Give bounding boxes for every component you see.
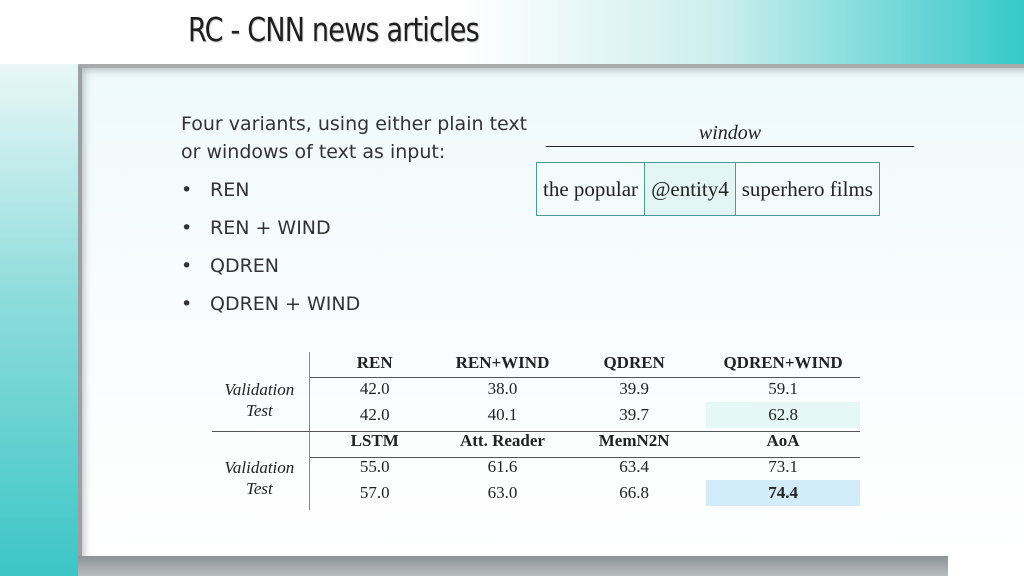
list-item: • REN: [181, 176, 360, 214]
list-item: • REN + WIND: [181, 214, 360, 252]
slide-title: RC - CNN news articles: [188, 10, 480, 49]
table-cell: 42.0: [359, 379, 390, 398]
table-cell: 55.0: [359, 457, 390, 476]
table-header: MemN2N: [598, 431, 670, 450]
bottom-decor-bar: [78, 556, 948, 576]
variant-list: • REN • REN + WIND • QDREN • QDREN + WIND: [181, 176, 360, 328]
table-row: Validation 42.0 38.0 39.9 59.1: [212, 376, 860, 402]
table-cell: 63.0: [487, 483, 518, 502]
table-cell: 39.7: [619, 405, 650, 424]
list-item: • QDREN + WIND: [181, 290, 360, 328]
table-cell: 57.0: [359, 483, 390, 502]
window-figure: the popular @entity4 superhero films: [536, 162, 880, 216]
table-cell: 59.1: [768, 379, 798, 398]
window-cell-right: superhero films: [734, 163, 879, 215]
table-header: REN: [356, 353, 393, 372]
results-table: REN REN+WIND QDREN QDREN+WIND Validation…: [212, 350, 860, 506]
table-header: QDREN: [603, 353, 665, 372]
table-row: Test 42.0 40.1 39.7 62.8: [212, 402, 860, 428]
row-label: Test: [245, 479, 273, 498]
table-header: QDREN+WIND: [723, 353, 843, 372]
table-cell: 66.8: [619, 483, 650, 502]
table-row: Validation 55.0 61.6 63.4 73.1: [212, 454, 860, 480]
table-cell: 42.0: [359, 405, 390, 424]
window-cell-entity: @entity4: [644, 163, 735, 215]
table-header: REN+WIND: [455, 353, 550, 372]
table-header-row: REN REN+WIND QDREN QDREN+WIND: [212, 350, 860, 376]
window-cell-left: the popular: [543, 176, 639, 201]
table-row: Test 57.0 63.0 66.8 74.4: [212, 480, 860, 506]
table-header: LSTM: [350, 431, 399, 450]
bullet-icon: •: [181, 293, 193, 315]
table-header: AoA: [766, 431, 800, 450]
row-label: Validation: [224, 458, 295, 477]
row-label: Validation: [224, 380, 295, 399]
table-header: Att. Reader: [459, 431, 545, 450]
bullet-icon: •: [181, 255, 193, 277]
window-label: window: [546, 122, 914, 147]
table-cell: 73.1: [768, 457, 798, 476]
table-cell: 38.0: [487, 379, 518, 398]
left-decor-band: [0, 64, 78, 576]
intro-line-1: Four variants, using either plain text: [181, 113, 528, 135]
intro-text: Four variants, using either plain text o…: [181, 110, 541, 166]
table-header-row: LSTM Att. Reader MemN2N AoA: [212, 428, 860, 454]
bullet-icon: •: [181, 217, 193, 239]
table-cell: 63.4: [619, 457, 650, 476]
header-band: [0, 0, 1024, 64]
list-item: • QDREN: [181, 252, 360, 290]
intro-line-2: or windows of text as input:: [181, 141, 446, 163]
table-cell: 61.6: [487, 457, 518, 476]
row-label: Test: [245, 401, 273, 420]
table-cell-best: 74.4: [706, 480, 860, 506]
table-cell: 40.1: [487, 405, 518, 424]
table-cell: 39.9: [619, 379, 650, 398]
bullet-icon: •: [181, 179, 193, 201]
table-cell-highlight: 62.8: [706, 402, 860, 428]
